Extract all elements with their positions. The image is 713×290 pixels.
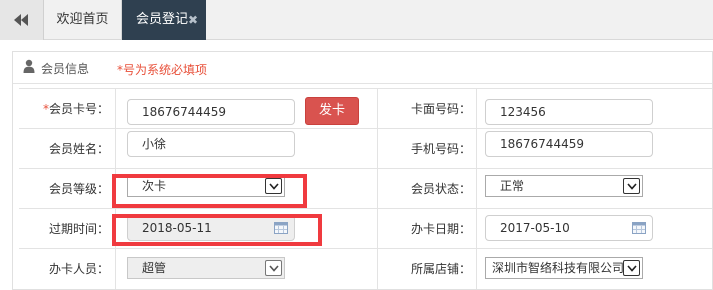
chevron-down-icon [623, 178, 640, 194]
status-select[interactable]: 正常 [485, 175, 643, 197]
store-select-value: 深圳市智络科技有限公司 [492, 261, 625, 275]
required-note: *号为系统必填项 [117, 63, 208, 77]
operator-select[interactable]: 超管 [127, 257, 285, 279]
status-select-value: 正常 [500, 179, 525, 193]
tab-member-registration[interactable]: 会员登记 ✖ [122, 0, 206, 40]
name-label: 会员姓名： [48, 142, 109, 156]
phone-input[interactable]: 18676744459 [485, 131, 653, 157]
highlight-box-level [112, 174, 307, 208]
member-info-panel: 会员信息 *号为系统必填项 *会员卡号： 18676744459 发卡 卡面号码… [12, 51, 713, 290]
panel-header: 会员信息 *号为系统必填项 [13, 52, 712, 84]
calendar-icon[interactable] [632, 222, 646, 234]
phone-label: 手机号码： [410, 142, 471, 156]
tab-welcome-home[interactable]: 欢迎首页 [44, 0, 122, 40]
store-label: 所属店铺： [410, 262, 471, 276]
face-no-input[interactable]: 123456 [485, 99, 653, 125]
highlight-box-expire [112, 214, 322, 246]
close-icon[interactable]: ✖ [188, 0, 198, 40]
chevron-down-icon [265, 260, 282, 276]
level-label: 会员等级： [48, 182, 109, 196]
form-row: 办卡人员： 超管 所属店铺： 深圳市智络科技有限公司 [19, 248, 712, 289]
issue-date-input[interactable]: 2017-05-10 [485, 215, 653, 241]
tab-scroll-left-button[interactable] [0, 0, 44, 40]
user-icon [23, 59, 35, 73]
operator-select-value: 超管 [142, 261, 167, 275]
operator-label: 办卡人员： [48, 262, 109, 276]
card-no-input[interactable]: 18676744459 [127, 99, 295, 125]
tab-bar: 欢迎首页 会员登记 ✖ [0, 0, 713, 40]
form-row: *会员卡号： 18676744459 发卡 卡面号码： 123456 [19, 88, 712, 129]
issue-date-value: 2017-05-10 [500, 221, 570, 235]
store-select[interactable]: 深圳市智络科技有限公司 [485, 257, 643, 279]
status-label: 会员状态： [410, 182, 471, 196]
issue-date-label: 办卡日期： [410, 222, 471, 236]
form-row: 会员姓名： 小徐 手机号码： 18676744459 [19, 128, 712, 169]
tab-member-registration-label: 会员登记 [136, 12, 189, 27]
card-no-label: *会员卡号： [42, 102, 109, 116]
double-chevron-left-icon [14, 14, 28, 26]
issue-card-button[interactable]: 发卡 [305, 97, 359, 125]
chevron-down-icon [623, 260, 640, 276]
expire-label: 过期时间： [48, 222, 109, 236]
name-input[interactable]: 小徐 [127, 131, 295, 157]
face-no-label: 卡面号码： [410, 102, 471, 116]
panel-title: 会员信息 [41, 62, 90, 76]
